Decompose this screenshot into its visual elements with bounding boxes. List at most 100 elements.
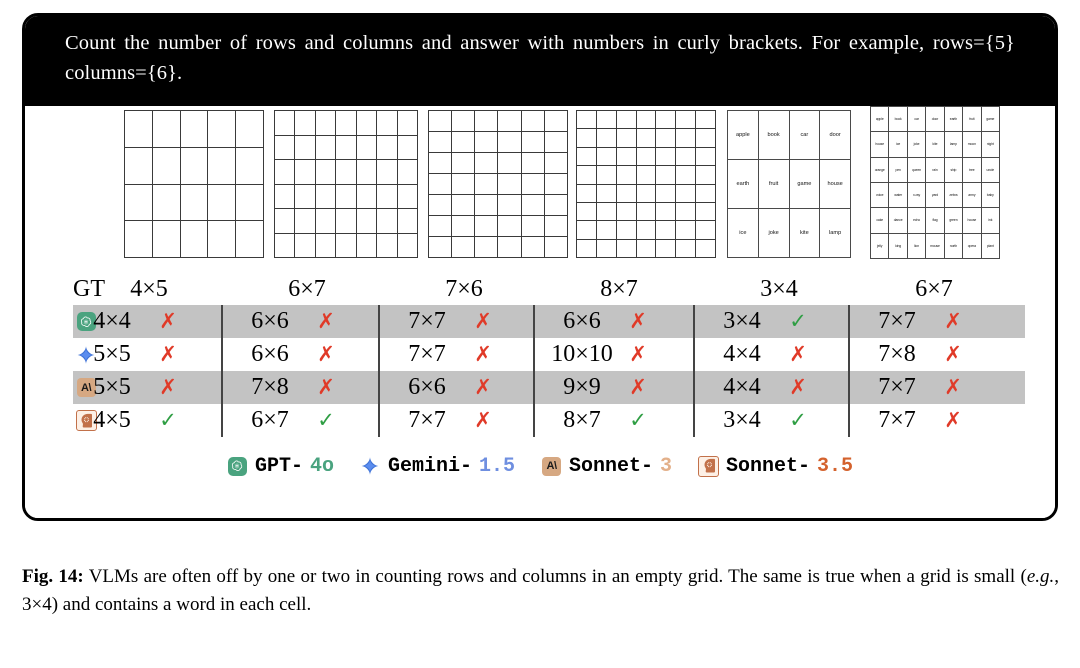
table-row: 4×4 ✗ 6×6 ✗ 7×7 ✗ 6×6 ✗ 3×4 ✓ 7×7 ✗ [73, 305, 1025, 338]
grid-cell: car [789, 111, 821, 160]
grid-cell [577, 202, 597, 222]
grid-cell: orange [871, 157, 890, 183]
grid-cell: game [981, 107, 1000, 133]
grid-cell [336, 111, 357, 136]
answer-value: 7×7 [878, 374, 916, 400]
grid-cell [356, 160, 378, 185]
grid-cell [180, 111, 209, 148]
grid-cell: joke [907, 132, 927, 158]
answer-cell: 4×4 ✗ [703, 371, 855, 404]
table-row: 4×5 ✓ 6×7 ✓ 7×7 ✗ 8×7 ✓ 3×4 ✓ 7×7 ✗ [73, 404, 1025, 437]
word-grid-6-box: apple book car door earth fruit game house ice jo… [870, 106, 1000, 259]
cross-icon: ✗ [317, 342, 335, 366]
grid-cell [676, 129, 697, 148]
grid-cell [544, 174, 568, 195]
grid-cell [397, 135, 418, 160]
column-divider-5 [848, 305, 850, 437]
check-icon: ✓ [629, 408, 647, 432]
grid-cell [656, 221, 677, 240]
grid-cell [397, 160, 418, 185]
grid-cell: cake [871, 208, 890, 234]
grid-cell [397, 111, 418, 136]
legend-sonnet3-icon: A\ [541, 456, 562, 477]
gt-value-col-3: 7×6 [445, 276, 483, 302]
grid-cell: lamp [820, 209, 851, 258]
grid-cell [521, 111, 545, 132]
grid-cell: uncle [981, 157, 1000, 183]
grid-cell: dance [889, 208, 908, 234]
grid-cell [596, 239, 617, 258]
grid-cell [656, 166, 677, 185]
empty-grid-2-box [274, 110, 418, 258]
grid-cell [498, 195, 522, 216]
grid-cell [275, 160, 296, 185]
grid-cell [696, 111, 716, 130]
grid-cell [616, 239, 637, 258]
grid-cell [275, 233, 296, 258]
grid-cell [656, 239, 677, 258]
answer-cell: 6×6 ✗ [543, 305, 695, 338]
answer-cell: 7×7 ✗ [388, 338, 540, 371]
grid-cell: kite [926, 132, 945, 158]
grid-cell [295, 184, 316, 209]
grid-cell [429, 153, 453, 174]
grid-cell [295, 160, 316, 185]
answer-value: 7×8 [251, 374, 289, 400]
grid-cell: joke [758, 209, 790, 258]
grid-cell: rain [926, 157, 945, 183]
grid-cell: house [963, 208, 982, 234]
grid-cell: lion [907, 233, 927, 259]
grid-cell: door [820, 111, 851, 160]
grid-cell [125, 147, 153, 185]
answer-value: 6×6 [408, 374, 446, 400]
grid-cell: kite [789, 209, 821, 258]
grid-cell: fruit [758, 160, 790, 209]
grid-cell [429, 195, 453, 216]
legend-model-version: 1.5 [478, 454, 515, 478]
grid-cell: north [944, 233, 964, 259]
grid-cell: ink [981, 208, 1000, 234]
grid-cell [429, 174, 453, 195]
grid-cell [636, 184, 657, 203]
answer-cell: 4×4 ✗ [73, 305, 225, 338]
grid-cell [676, 239, 697, 258]
grid-cell [236, 184, 264, 222]
legend-model-version: 3 [660, 454, 673, 478]
grid-cell [315, 160, 337, 185]
grid-cell [295, 209, 316, 234]
grid-cell [336, 209, 357, 234]
grid-cell [596, 184, 617, 203]
grid-cell: mouse [926, 233, 945, 259]
legend-gemini-icon [360, 456, 381, 477]
grid-cell [377, 160, 398, 185]
word-grid-5-box: apple book car door earth fruit game house ice jo… [727, 110, 851, 258]
answer-value: 10×10 [551, 341, 613, 367]
grid-cell [577, 166, 597, 185]
legend-item-gemini-1.5: Gemini- 1.5 [360, 455, 515, 478]
cross-icon: ✗ [474, 408, 492, 432]
grid-cell [521, 216, 545, 237]
grid-cell [596, 129, 617, 148]
answer-value: 6×7 [251, 407, 289, 433]
grid-cell [696, 202, 716, 222]
grid-cell [696, 184, 716, 203]
cross-icon: ✗ [629, 342, 647, 366]
grid-cell [295, 111, 316, 136]
cross-icon: ✗ [944, 408, 962, 432]
answer-value: 8×7 [563, 407, 601, 433]
grid-cell [696, 147, 716, 167]
legend-model-name: GPT- [254, 454, 303, 478]
answer-value: 7×8 [878, 341, 916, 367]
figure-label: Fig. 14: [22, 566, 84, 587]
grid-cell [577, 221, 597, 240]
answer-cell: 3×4 ✓ [703, 305, 855, 338]
grid-cell: echo [907, 208, 927, 234]
cross-icon: ✗ [159, 375, 177, 399]
answer-value: 7×7 [408, 308, 446, 334]
grid-cell [577, 239, 597, 258]
grid-cell [544, 132, 568, 153]
grid-cell [377, 184, 398, 209]
grid-cell [616, 184, 637, 203]
answer-cell: 7×7 ✗ [858, 404, 1010, 437]
grid-cell [676, 202, 697, 222]
